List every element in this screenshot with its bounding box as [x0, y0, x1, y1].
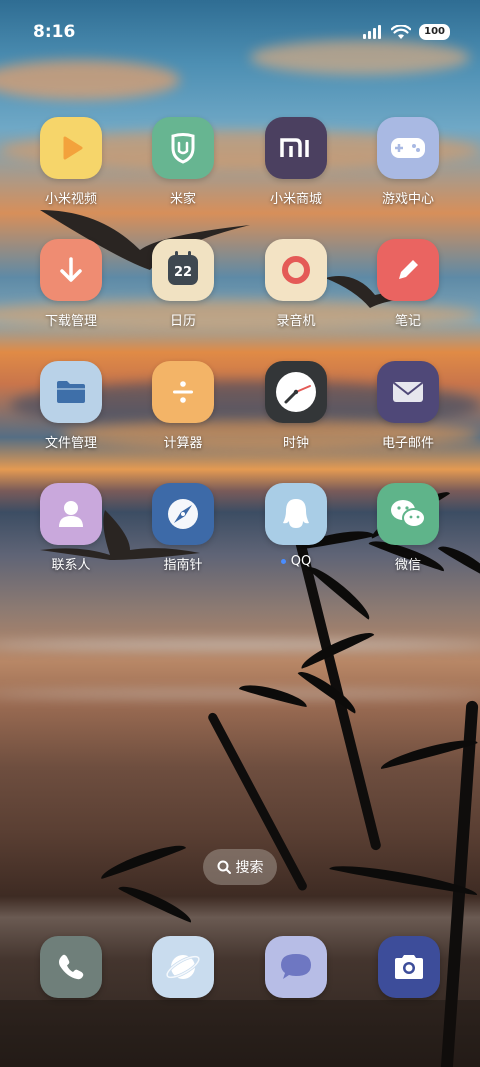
- app-label: 小米视频: [44, 192, 97, 207]
- qq-penguin-icon: [265, 483, 327, 545]
- status-icons: 100: [363, 24, 450, 40]
- mi-logo-icon: [265, 117, 327, 179]
- app-compass[interactable]: 指南针: [133, 483, 233, 573]
- dock-browser[interactable]: [152, 936, 214, 998]
- app-downloads[interactable]: 下载管理: [21, 239, 121, 329]
- app-label: 录音机: [276, 314, 316, 329]
- clock-icon: [265, 361, 327, 423]
- app-mi-store[interactable]: 小米商城: [246, 117, 346, 207]
- record-ring-icon: [265, 239, 327, 301]
- app-file-manager[interactable]: 文件管理: [21, 361, 121, 451]
- phone-handset-icon: [59, 954, 84, 980]
- app-mi-video[interactable]: 小米视频: [21, 117, 121, 207]
- search-button[interactable]: 搜索: [203, 849, 277, 885]
- app-label: 下载管理: [44, 314, 97, 329]
- app-label: 小米商城: [269, 192, 322, 207]
- app-label: 计算器: [163, 436, 203, 451]
- dock-phone[interactable]: [40, 936, 102, 998]
- app-label: 时钟: [282, 436, 309, 451]
- folder-icon: [40, 361, 102, 423]
- app-game-center[interactable]: 游戏中心: [358, 117, 458, 207]
- app-label: 电子邮件: [381, 436, 434, 451]
- battery-indicator: 100: [419, 24, 450, 40]
- app-email[interactable]: 电子邮件: [358, 361, 458, 451]
- person-icon: [40, 483, 102, 545]
- app-notes[interactable]: 笔记: [358, 239, 458, 329]
- envelope-icon: [377, 361, 439, 423]
- app-clock[interactable]: 时钟: [246, 361, 346, 451]
- app-contacts[interactable]: 联系人: [21, 483, 121, 573]
- app-label: 联系人: [51, 558, 91, 573]
- chat-bubble-icon: [281, 954, 311, 979]
- new-app-dot: [280, 559, 286, 564]
- cellular-signal-icon: [363, 25, 382, 39]
- status-time: 8:16: [33, 22, 76, 42]
- dock-camera[interactable]: [378, 936, 440, 998]
- app-qq[interactable]: QQ: [246, 483, 346, 569]
- dock-messages[interactable]: [265, 936, 327, 998]
- play-icon: [40, 117, 102, 179]
- status-bar: 8:16 100: [0, 0, 480, 66]
- app-label: 笔记: [394, 314, 421, 329]
- download-arrow-icon: [40, 239, 102, 301]
- app-label: 米家: [169, 192, 196, 207]
- calendar-day: 22: [173, 264, 193, 280]
- search-icon: [217, 860, 231, 874]
- wechat-bubbles-icon: [377, 483, 439, 545]
- app-label: 日历: [169, 314, 196, 329]
- app-recorder[interactable]: 录音机: [246, 239, 346, 329]
- gamepad-icon: [377, 117, 439, 179]
- app-label: 游戏中心: [381, 192, 434, 207]
- pencil-icon: [377, 239, 439, 301]
- planet-icon: [165, 955, 201, 979]
- search-label: 搜索: [235, 860, 264, 876]
- app-calendar[interactable]: 22 日历: [133, 239, 233, 329]
- mijia-shield-icon: [152, 117, 214, 179]
- app-wechat[interactable]: 微信: [358, 483, 458, 573]
- divide-icon: [152, 361, 214, 423]
- calendar-icon: 22: [152, 239, 214, 301]
- app-label: QQ: [290, 554, 312, 569]
- wifi-icon: [391, 24, 412, 39]
- app-mijia[interactable]: 米家: [133, 117, 233, 207]
- app-label: 微信: [394, 558, 421, 573]
- app-label-wrap: QQ: [246, 554, 346, 569]
- camera-icon: [395, 955, 423, 979]
- app-label: 文件管理: [44, 436, 97, 451]
- app-label: 指南针: [163, 558, 203, 573]
- compass-icon: [152, 483, 214, 545]
- app-calculator[interactable]: 计算器: [133, 361, 233, 451]
